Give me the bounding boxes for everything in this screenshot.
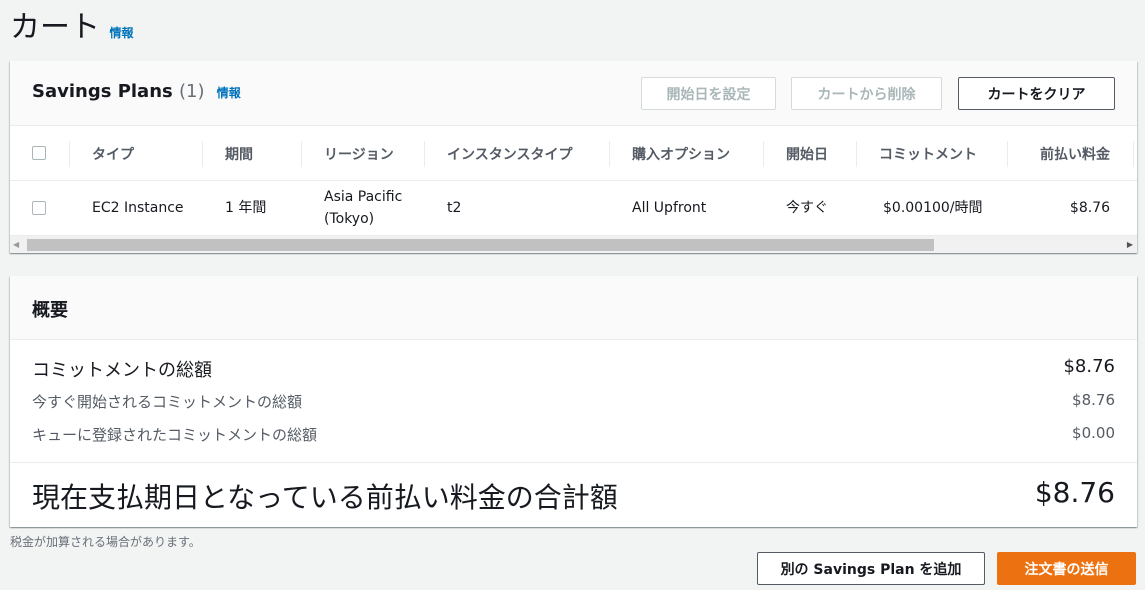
- row-checkbox[interactable]: [32, 201, 46, 215]
- column-divider: [1133, 141, 1134, 167]
- column-instance-type[interactable]: インスタンスタイプ: [447, 126, 572, 181]
- column-upfront[interactable]: 前払い料金: [1030, 126, 1110, 181]
- column-divider: [69, 141, 70, 167]
- total-commitment-value: $8.76: [1063, 356, 1115, 377]
- column-divider: [1007, 141, 1008, 167]
- set-start-date-button[interactable]: 開始日を設定: [641, 77, 776, 110]
- column-term[interactable]: 期間: [225, 126, 253, 181]
- column-divider: [856, 141, 857, 167]
- queued-commitment-label: キューに登録されたコミットメントの総額: [32, 426, 318, 444]
- column-divider: [202, 141, 203, 167]
- cart-title: Savings Plans: [32, 81, 173, 102]
- add-savings-plan-button[interactable]: 別の Savings Plan を追加: [757, 552, 985, 585]
- queued-commitment-value: $0.00: [1072, 424, 1115, 442]
- cart-panel-header: Savings Plans (1) 情報 開始日を設定 カートから削除 カートを…: [10, 61, 1137, 126]
- column-region[interactable]: リージョン: [324, 126, 394, 181]
- immediate-commitment-row: 今すぐ開始されるコミットメントの総額 $8.76: [32, 391, 1115, 412]
- due-total-row: 現在支払期日となっている前払い料金の合計額 $8.76: [32, 476, 1115, 516]
- immediate-commitment-label: 今すぐ開始されるコミットメントの総額: [32, 393, 303, 411]
- cart-count: (1): [179, 81, 205, 102]
- cell-purchase-option: All Upfront: [632, 200, 707, 216]
- column-divider: [301, 141, 302, 167]
- table-header: タイプ 期間 リージョン インスタンスタイプ 購入オプション 開始日 コミットメ…: [10, 126, 1137, 181]
- due-total-value: $8.76: [1034, 476, 1115, 509]
- total-commitment-row: コミットメントの総額 $8.76: [32, 356, 1115, 382]
- scrollbar-thumb[interactable]: [27, 239, 934, 251]
- column-purchase-option[interactable]: 購入オプション: [632, 126, 730, 181]
- submit-order-button[interactable]: 注文書の送信: [997, 552, 1136, 585]
- column-commitment[interactable]: コミットメント: [879, 126, 977, 181]
- horizontal-scrollbar[interactable]: ◀ ▶: [10, 235, 1137, 253]
- cell-region-line1: Asia Pacific: [324, 189, 403, 205]
- column-divider: [609, 141, 610, 167]
- cell-instance-type: t2: [447, 200, 462, 216]
- column-start-date[interactable]: 開始日: [786, 126, 828, 181]
- cell-commitment: $0.00100/時間: [883, 200, 983, 216]
- summary-header: 概要: [10, 276, 1137, 340]
- scroll-left-icon[interactable]: ◀: [13, 240, 19, 249]
- divider: [10, 462, 1137, 463]
- cell-start-date: 今すぐ: [786, 200, 828, 216]
- select-all-checkbox[interactable]: [32, 146, 46, 160]
- table-row: EC2 Instance 1 年間 Asia Pacific (Tokyo) t…: [10, 181, 1137, 235]
- clear-cart-button[interactable]: カートをクリア: [958, 77, 1115, 110]
- immediate-commitment-value: $8.76: [1072, 391, 1115, 409]
- cell-upfront: $8.76: [1069, 200, 1110, 216]
- page-info-link[interactable]: 情報: [110, 26, 134, 40]
- column-divider: [763, 141, 764, 167]
- due-total-label: 現在支払期日となっている前払い料金の合計額: [32, 481, 618, 514]
- column-divider: [424, 141, 425, 167]
- tax-note: 税金が加算される場合があります。: [10, 535, 201, 549]
- page-title: カート 情報: [10, 2, 134, 46]
- page-title-text: カート: [10, 10, 100, 45]
- column-type[interactable]: タイプ: [92, 126, 134, 181]
- summary-title: 概要: [32, 300, 68, 321]
- summary-panel: 概要 コミットメントの総額 $8.76 今すぐ開始されるコミットメントの総額 $…: [10, 276, 1137, 527]
- cell-term: 1 年間: [225, 200, 267, 216]
- cell-region-line2: (Tokyo): [324, 211, 375, 227]
- total-commitment-label: コミットメントの総額: [32, 360, 212, 381]
- cart-panel: Savings Plans (1) 情報 開始日を設定 カートから削除 カートを…: [10, 61, 1137, 253]
- cell-type: EC2 Instance: [92, 200, 184, 216]
- queued-commitment-row: キューに登録されたコミットメントの総額 $0.00: [32, 424, 1115, 445]
- cell-region: Asia Pacific (Tokyo): [324, 181, 402, 235]
- cart-info-link[interactable]: 情報: [217, 86, 241, 100]
- remove-from-cart-button[interactable]: カートから削除: [791, 77, 942, 110]
- scroll-right-icon[interactable]: ▶: [1127, 240, 1133, 249]
- cart-heading: Savings Plans (1) 情報: [32, 81, 241, 102]
